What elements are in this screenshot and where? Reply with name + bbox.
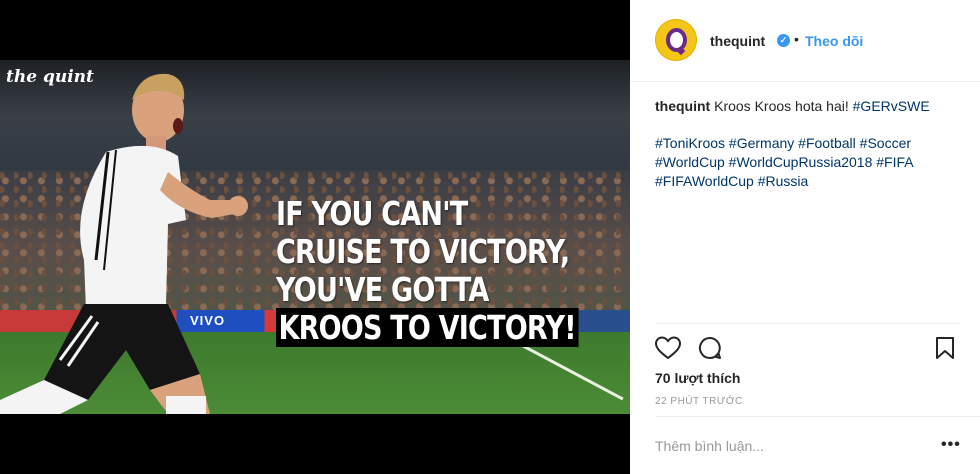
headline-line-3: YOU'VE GOTTA bbox=[276, 270, 489, 309]
headline-line-2: CRUISE TO VICTORY, bbox=[276, 232, 570, 271]
heart-icon[interactable] bbox=[655, 336, 681, 360]
caption-tags[interactable]: #ToniKroos #Germany #Football #Soccer #W… bbox=[655, 134, 960, 191]
actions-divider bbox=[655, 323, 960, 324]
username-link[interactable]: thequint bbox=[710, 33, 765, 49]
comment-icon[interactable] bbox=[698, 336, 722, 360]
headline-text: IF YOU CAN'T CRUISE TO VICTORY, YOU'VE G… bbox=[276, 194, 579, 347]
post-header: thequint ✓ • Theo dõi bbox=[630, 0, 980, 82]
player-figure bbox=[0, 73, 248, 414]
more-options-icon[interactable]: ••• bbox=[941, 436, 961, 454]
caption-text: Kroos Kroos hota hai! bbox=[714, 98, 849, 114]
caption-hashtag[interactable]: #GERvSWE bbox=[853, 98, 930, 114]
comment-divider bbox=[655, 416, 980, 417]
media-panel: VIVO 蒙牛 bbox=[0, 0, 630, 474]
post-sidebar: thequint ✓ • Theo dõi thequint Kroos Kro… bbox=[630, 0, 980, 474]
bookmark-icon[interactable] bbox=[935, 336, 955, 360]
verified-badge-icon: ✓ bbox=[777, 34, 790, 47]
avatar[interactable] bbox=[655, 19, 697, 61]
caption-username[interactable]: thequint bbox=[655, 98, 710, 114]
logo-text: the quint bbox=[6, 67, 94, 87]
header-separator: • bbox=[794, 31, 799, 47]
headline-line-1: IF YOU CAN'T bbox=[276, 194, 468, 233]
quint-q-icon bbox=[666, 28, 687, 52]
comment-input[interactable] bbox=[655, 436, 925, 456]
caption: thequint Kroos Kroos hota hai! #GERvSWE bbox=[655, 97, 960, 116]
post-timestamp[interactable]: 22 PHÚT TRƯỚC bbox=[655, 396, 743, 407]
post-image[interactable]: VIVO 蒙牛 bbox=[0, 60, 630, 414]
follow-button[interactable]: Theo dõi bbox=[805, 33, 863, 49]
likes-count[interactable]: 70 lượt thích bbox=[655, 370, 740, 386]
the-quint-logo: the quint bbox=[6, 67, 94, 87]
headline-line-4: KROOS TO VICTORY! bbox=[276, 308, 579, 347]
